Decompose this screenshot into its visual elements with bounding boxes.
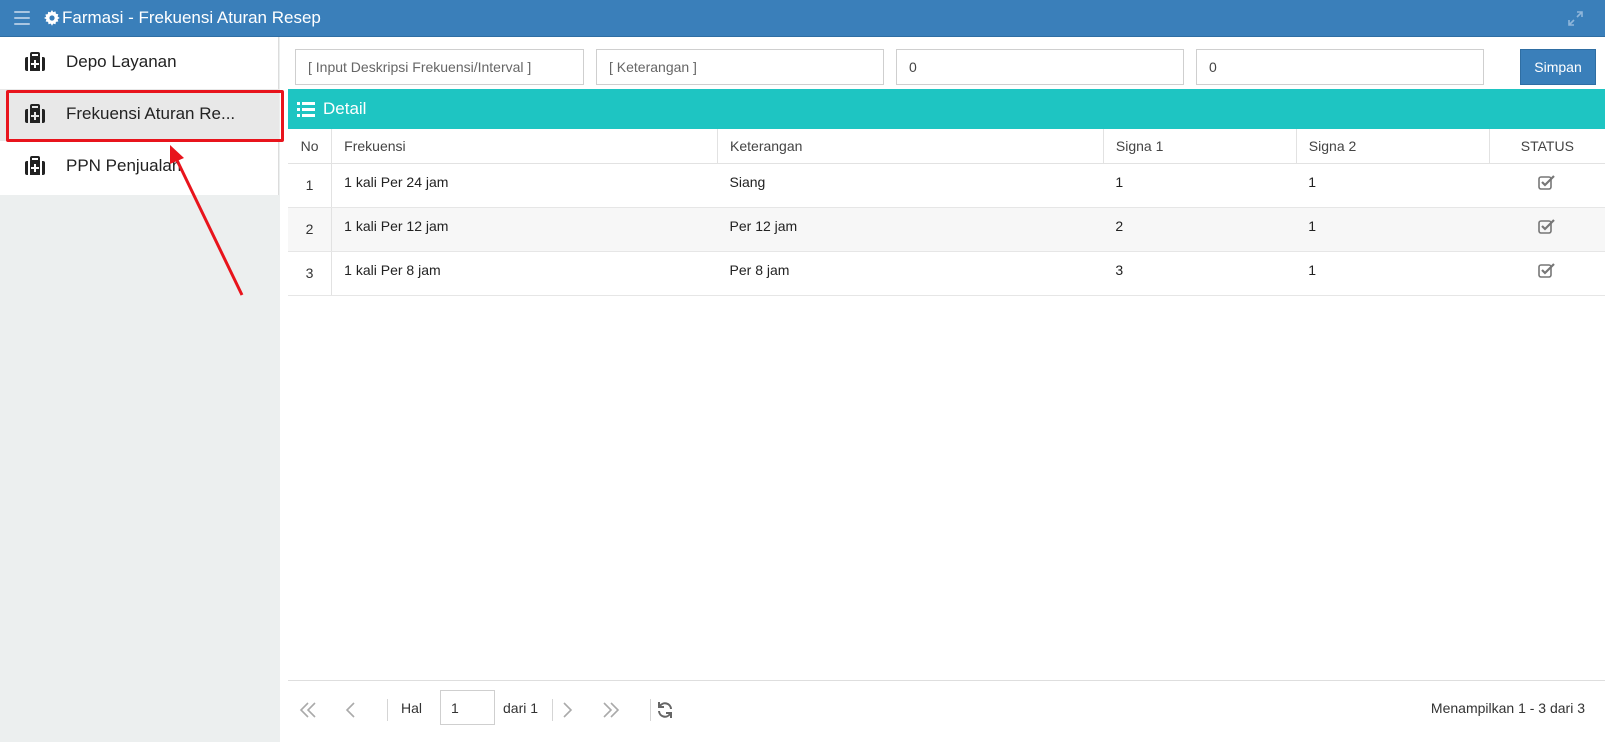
list-icon <box>297 102 315 117</box>
pager-separator <box>552 699 553 721</box>
page-number-input[interactable] <box>440 690 495 725</box>
first-page-icon[interactable] <box>297 701 319 719</box>
input-form: Simpan <box>288 37 1605 89</box>
save-button[interactable]: Simpan <box>1520 49 1596 85</box>
cell-signa1: 3 <box>1103 251 1297 296</box>
page-count-label: dari 1 <box>503 700 539 716</box>
cell-frekuensi: 1 kali Per 8 jam <box>331 251 718 296</box>
prev-page-icon[interactable] <box>340 701 362 719</box>
window-title: Farmasi - Frekuensi Aturan Resep <box>62 8 321 27</box>
sidebar: Depo Layanan Frekuensi Aturan Re... PPN … <box>0 37 284 742</box>
column-header-no[interactable]: No <box>288 129 333 164</box>
hamburger-icon[interactable] <box>14 11 30 25</box>
cell-signa1: 1 <box>1103 163 1297 208</box>
signa1-input[interactable] <box>896 49 1184 85</box>
refresh-icon[interactable] <box>654 701 676 719</box>
cell-signa2: 1 <box>1296 163 1490 208</box>
sidebar-list: Depo Layanan Frekuensi Aturan Re... PPN … <box>0 37 279 195</box>
cell-keterangan: Per 12 jam <box>717 207 1104 252</box>
medkit-icon <box>25 156 45 175</box>
table-row[interactable]: 1 1 kali Per 24 jam Siang 1 1 <box>288 163 1605 208</box>
cell-status <box>1489 207 1605 252</box>
cell-status <box>1489 251 1605 296</box>
cell-signa2: 1 <box>1296 207 1490 252</box>
cell-signa1: 2 <box>1103 207 1297 252</box>
medkit-icon <box>25 104 45 123</box>
keterangan-input[interactable] <box>596 49 884 85</box>
sidebar-item-label: Depo Layanan <box>66 52 177 71</box>
main-panel: Simpan Detail No Frekuensi Keterangan Si… <box>288 37 1605 742</box>
checked-checkbox-icon[interactable] <box>1538 174 1556 190</box>
detail-title: Detail <box>323 99 367 118</box>
sidebar-item-frekuensi-aturan-resep[interactable]: Frekuensi Aturan Re... <box>0 89 279 141</box>
medkit-icon <box>25 52 45 71</box>
title-bar: Farmasi - Frekuensi Aturan Resep <box>0 0 1605 37</box>
sidebar-item-label: Frekuensi Aturan Re... <box>66 104 236 123</box>
deskripsi-input[interactable] <box>295 49 584 85</box>
signa2-input[interactable] <box>1196 49 1484 85</box>
table-row[interactable]: 3 1 kali Per 8 jam Per 8 jam 3 1 <box>288 251 1605 296</box>
detail-header: Detail <box>288 89 1605 129</box>
cell-keterangan: Per 8 jam <box>717 251 1104 296</box>
pager-separator <box>387 699 388 721</box>
table-header-row: No Frekuensi Keterangan Signa 1 Signa 2 … <box>288 129 1605 164</box>
sidebar-item-depo-layanan[interactable]: Depo Layanan <box>0 37 279 89</box>
page-label: Hal <box>401 700 423 716</box>
column-header-signa2[interactable]: Signa 2 <box>1296 129 1490 164</box>
record-summary: Menampilkan 1 - 3 dari 3 <box>1430 700 1585 716</box>
checked-checkbox-icon[interactable] <box>1538 218 1556 234</box>
data-grid: No Frekuensi Keterangan Signa 1 Signa 2 … <box>288 129 1605 296</box>
cell-status <box>1489 163 1605 208</box>
column-header-frekuensi[interactable]: Frekuensi <box>331 129 719 164</box>
column-header-status[interactable]: STATUS <box>1489 129 1605 164</box>
cell-no: 3 <box>288 251 333 296</box>
pagination-bar: Hal dari 1 Menampilkan 1 - 3 dari 3 <box>288 680 1605 742</box>
pager-separator <box>650 699 651 721</box>
checked-checkbox-icon[interactable] <box>1538 262 1556 278</box>
sidebar-item-label: PPN Penjualan <box>66 156 182 175</box>
cell-no: 1 <box>288 163 333 208</box>
cell-frekuensi: 1 kali Per 12 jam <box>331 207 718 252</box>
expand-icon[interactable] <box>1568 11 1583 26</box>
cell-no: 2 <box>288 207 333 252</box>
table-row[interactable]: 2 1 kali Per 12 jam Per 12 jam 2 1 <box>288 207 1605 252</box>
cell-frekuensi: 1 kali Per 24 jam <box>331 163 718 208</box>
column-header-signa1[interactable]: Signa 1 <box>1103 129 1297 164</box>
cell-keterangan: Siang <box>717 163 1104 208</box>
gear-icon <box>44 10 60 26</box>
sidebar-item-ppn-penjualan[interactable]: PPN Penjualan <box>0 141 279 193</box>
last-page-icon[interactable] <box>600 701 622 719</box>
column-header-keterangan[interactable]: Keterangan <box>717 129 1104 164</box>
next-page-icon[interactable] <box>556 701 578 719</box>
cell-signa2: 1 <box>1296 251 1490 296</box>
